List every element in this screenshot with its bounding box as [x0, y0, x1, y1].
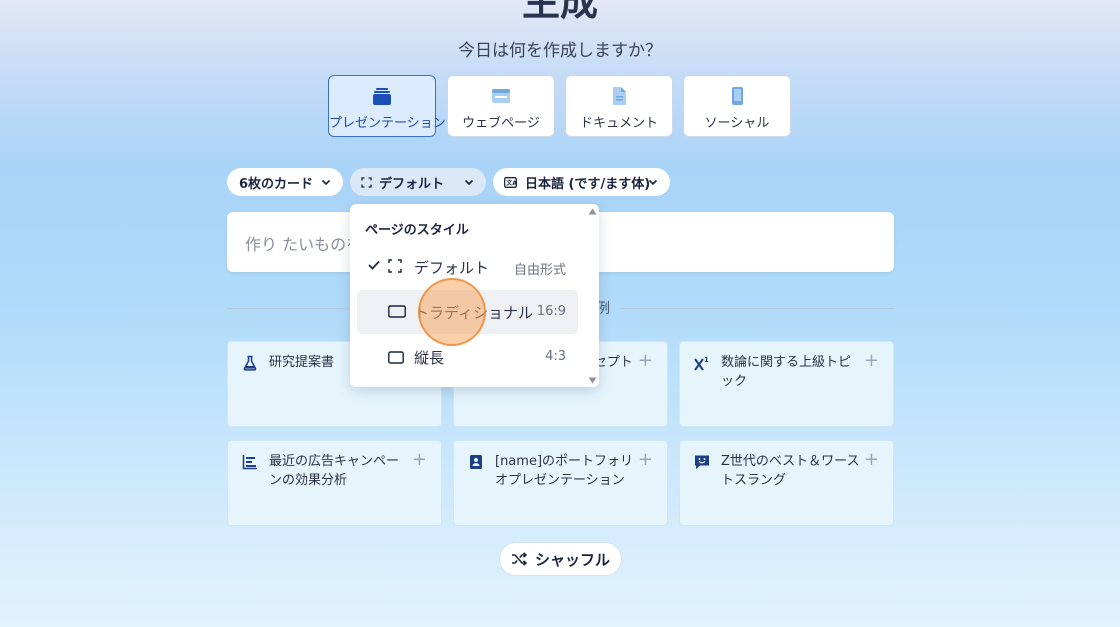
- page-style-menu: ページのスタイル デフォルト 自由形式 トラディショナル 16:9 縦長 4:3: [350, 204, 599, 387]
- type-card-social[interactable]: ソーシャル: [683, 75, 791, 137]
- svg-text:1: 1: [704, 356, 709, 364]
- superscript-icon: 1: [694, 356, 709, 371]
- chevron-down-icon: [464, 179, 474, 186]
- type-card-webpage[interactable]: ウェブページ: [447, 75, 555, 137]
- scroll-up-icon[interactable]: [588, 208, 597, 215]
- language-icon: 文A: [504, 177, 517, 188]
- example-text: [name]のポートフォリオプレゼンテーション: [495, 454, 634, 488]
- shuffle-label: シャッフル: [534, 550, 610, 569]
- type-card-presentation[interactable]: プレゼンテーション: [328, 75, 446, 137]
- example-text: Z世代のベスト＆ワーストスラング: [721, 454, 860, 488]
- portfolio-icon: [470, 455, 482, 469]
- plus-icon: +: [637, 449, 653, 470]
- social-icon: [684, 86, 790, 106]
- chart-icon: [242, 455, 257, 470]
- example-text: 最近の広告キャンペーンの効果分析: [269, 454, 400, 488]
- svg-text:文A: 文A: [505, 179, 517, 187]
- page-title: 生成: [521, 0, 598, 24]
- example-card[interactable]: 1 数論に関する上級トピック +: [679, 341, 894, 427]
- menu-item-label: デフォルト: [414, 259, 490, 277]
- frame-icon: [361, 177, 372, 188]
- document-icon: [566, 86, 672, 106]
- presentation-icon: [329, 86, 435, 106]
- menu-item-portrait[interactable]: 縦長 4:3: [357, 335, 578, 379]
- type-card-label: ウェブページ: [462, 116, 540, 131]
- menu-item-meta: 4:3: [545, 349, 566, 364]
- menu-item-meta: 自由形式: [513, 263, 566, 278]
- chevron-down-icon: [321, 179, 331, 186]
- webpage-icon: [448, 86, 554, 106]
- frame-icon: [388, 259, 402, 273]
- prompt-placeholder: 作り たいものを: [245, 235, 363, 254]
- type-card-document[interactable]: ドキュメント: [565, 75, 673, 137]
- example-text: 数論に関する上級トピック: [721, 355, 852, 389]
- aspect-4-3-icon: [388, 351, 404, 364]
- flask-icon: [243, 355, 257, 371]
- card-count-dropdown[interactable]: 6枚のカード: [227, 168, 343, 196]
- example-card[interactable]: Z世代のベスト＆ワーストスラング +: [679, 440, 894, 526]
- type-card-label: プレゼンテーション: [329, 116, 446, 131]
- page-subtitle: 今日は何を作成しますか？: [458, 41, 662, 61]
- plus-icon: +: [637, 350, 653, 371]
- check-icon: [368, 260, 380, 270]
- card-count-label: 6枚のカード: [239, 176, 314, 192]
- chevron-down-icon: [648, 179, 658, 186]
- language-label: 日本語 (です/ます体): [525, 176, 651, 192]
- page-style-dropdown[interactable]: デフォルト: [350, 168, 486, 196]
- menu-item-label: トラディショナル: [414, 304, 533, 322]
- landscape-icon: [388, 305, 406, 318]
- menu-header: ページのスタイル: [365, 223, 469, 238]
- example-card[interactable]: 最近の広告キャンペーンの効果分析 +: [227, 440, 442, 526]
- shuffle-button[interactable]: シャッフル: [499, 542, 622, 576]
- divider-right: [620, 308, 894, 309]
- shuffle-icon: [511, 552, 527, 566]
- plus-icon: +: [863, 449, 879, 470]
- menu-item-default[interactable]: デフォルト 自由形式: [357, 245, 578, 289]
- menu-item-traditional[interactable]: トラディショナル 16:9: [357, 290, 578, 334]
- example-card[interactable]: [name]のポートフォリオプレゼンテーション +: [453, 440, 668, 526]
- menu-item-meta: 16:9: [536, 304, 566, 319]
- plus-icon: +: [863, 350, 879, 371]
- scroll-down-icon[interactable]: [588, 377, 597, 384]
- page-style-label: デフォルト: [379, 176, 445, 192]
- language-dropdown[interactable]: 文A 日本語 (です/ます体): [493, 168, 670, 196]
- type-card-label: ソーシャル: [704, 116, 770, 131]
- type-card-label: ドキュメント: [579, 116, 658, 131]
- plus-icon: +: [411, 449, 427, 470]
- menu-item-label: 縦長: [414, 349, 445, 367]
- chat-icon: [695, 455, 709, 469]
